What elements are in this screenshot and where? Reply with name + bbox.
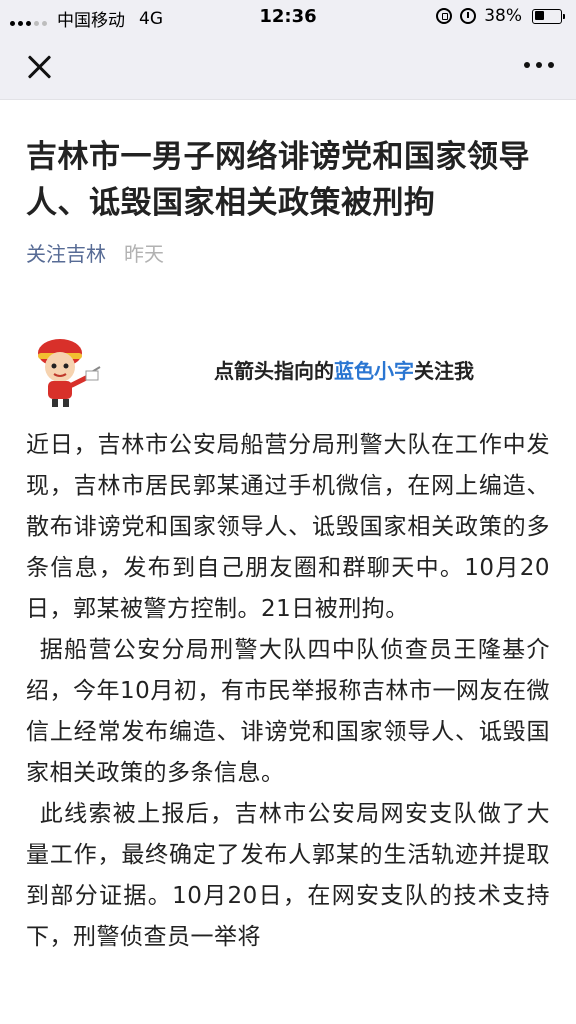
close-icon[interactable] xyxy=(26,54,52,80)
more-options-icon[interactable] xyxy=(524,62,554,68)
battery-percent: 38% xyxy=(484,6,522,26)
account-name-link[interactable]: 关注吉林 xyxy=(26,238,106,267)
screen: 中国移动 4G 12:36 38% 吉林市一男子网络诽谤党和国家领导人、诋毁国家… xyxy=(0,0,576,1024)
article-title: 吉林市一男子网络诽谤党和国家领导人、诋毁国家相关政策被刑拘 xyxy=(26,139,530,221)
status-right: 38% xyxy=(436,6,565,26)
follow-prompt-prefix: 点箭头指向的 xyxy=(214,359,334,383)
follow-prompt-highlight: 蓝色小字 xyxy=(334,359,414,383)
publish-time: 昨天 xyxy=(124,242,164,266)
article-meta: 关注吉林 昨天 xyxy=(26,238,550,267)
follow-banner: 点箭头指向的蓝色小字关注我 xyxy=(26,339,550,411)
follow-prompt: 点箭头指向的蓝色小字关注我 xyxy=(214,355,474,384)
status-bar: 中国移动 4G 12:36 38% xyxy=(0,0,576,34)
follow-prompt-suffix: 关注我 xyxy=(414,359,474,383)
orientation-lock-icon xyxy=(436,8,453,24)
battery-fill xyxy=(534,11,544,20)
article-body: 近日，吉林市公安局船营分局刑警大队在工作中发现，吉林市居民郭某通过手机微信，在网… xyxy=(26,425,550,958)
alarm-icon xyxy=(460,8,477,24)
paragraph-2: 据船营公安分局刑警大队四中队侦查员王隆基介绍，今年10月初，有市民举报称吉林市一… xyxy=(26,637,550,786)
article: 吉林市一男子网络诽谤党和国家领导人、诋毁国家相关政策被刑拘 关注吉林 昨天 点箭… xyxy=(0,100,576,958)
paragraph-3: 此线索被上报后，吉林市公安局网安支队做了大量工作，最终确定了发布人郭某的生活轨迹… xyxy=(26,801,550,950)
battery-icon xyxy=(532,8,565,24)
nav-bar xyxy=(0,34,576,100)
paragraph-1: 近日，吉林市公安局船营分局刑警大队在工作中发现，吉林市居民郭某通过手机微信，在网… xyxy=(26,432,550,622)
mascot-icon xyxy=(38,339,101,407)
